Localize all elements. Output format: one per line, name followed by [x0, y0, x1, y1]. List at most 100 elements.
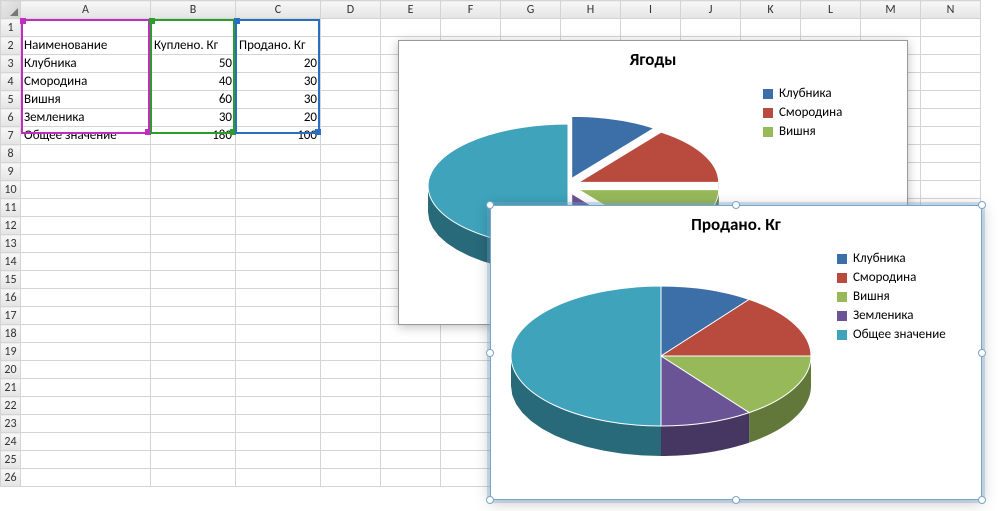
col-header-D[interactable]: D: [321, 1, 381, 19]
cell[interactable]: [151, 217, 236, 235]
cell[interactable]: [381, 415, 441, 433]
cell[interactable]: [236, 361, 321, 379]
cell[interactable]: 180: [151, 127, 236, 145]
cell[interactable]: [921, 91, 981, 109]
cell[interactable]: [236, 181, 321, 199]
cell[interactable]: [151, 325, 236, 343]
cell[interactable]: 60: [151, 91, 236, 109]
cell[interactable]: Вишня: [21, 91, 151, 109]
cell[interactable]: [21, 253, 151, 271]
row-header[interactable]: 15: [1, 271, 21, 289]
col-header-K[interactable]: K: [741, 1, 801, 19]
cell[interactable]: [151, 163, 236, 181]
cell[interactable]: [321, 289, 381, 307]
cell[interactable]: [21, 361, 151, 379]
col-header-A[interactable]: A: [21, 1, 151, 19]
cell[interactable]: [321, 271, 381, 289]
resize-handle-nw[interactable]: [486, 201, 494, 209]
cell[interactable]: Продано. Кг: [236, 37, 321, 55]
row-header[interactable]: 21: [1, 379, 21, 397]
cell[interactable]: [321, 235, 381, 253]
cell[interactable]: [321, 109, 381, 127]
cell[interactable]: [21, 199, 151, 217]
cell[interactable]: [801, 19, 861, 37]
cell[interactable]: [151, 253, 236, 271]
col-header-I[interactable]: I: [621, 1, 681, 19]
cell[interactable]: [321, 73, 381, 91]
cell[interactable]: [21, 235, 151, 253]
cell[interactable]: [236, 343, 321, 361]
cell[interactable]: [381, 433, 441, 451]
row-header[interactable]: 4: [1, 73, 21, 91]
cell[interactable]: [381, 451, 441, 469]
cell[interactable]: Наименование: [21, 37, 151, 55]
cell[interactable]: [321, 415, 381, 433]
cell[interactable]: [921, 163, 981, 181]
cell[interactable]: [21, 19, 151, 37]
cell[interactable]: [21, 379, 151, 397]
cell[interactable]: [236, 217, 321, 235]
cell[interactable]: [381, 361, 441, 379]
cell[interactable]: [151, 307, 236, 325]
resize-handle-ne[interactable]: [978, 201, 986, 209]
cell[interactable]: [151, 199, 236, 217]
cell[interactable]: 20: [236, 109, 321, 127]
row-header[interactable]: 16: [1, 289, 21, 307]
col-header-G[interactable]: G: [501, 1, 561, 19]
row-header[interactable]: 25: [1, 451, 21, 469]
cell[interactable]: [921, 37, 981, 55]
cell[interactable]: 30: [236, 73, 321, 91]
cell[interactable]: [321, 55, 381, 73]
cell[interactable]: [321, 145, 381, 163]
col-header-E[interactable]: E: [381, 1, 441, 19]
cell[interactable]: [441, 19, 501, 37]
row-header[interactable]: 10: [1, 181, 21, 199]
cell[interactable]: Смородина: [21, 73, 151, 91]
cell[interactable]: [21, 469, 151, 487]
cell[interactable]: [321, 217, 381, 235]
row-header[interactable]: 13: [1, 235, 21, 253]
cell[interactable]: [236, 397, 321, 415]
cell[interactable]: [321, 19, 381, 37]
col-header-N[interactable]: N: [921, 1, 981, 19]
cell[interactable]: [21, 289, 151, 307]
resize-handle-sw[interactable]: [486, 496, 494, 504]
cell[interactable]: [321, 325, 381, 343]
cell[interactable]: [321, 91, 381, 109]
cell[interactable]: [151, 361, 236, 379]
cell[interactable]: [21, 271, 151, 289]
cell[interactable]: [381, 325, 441, 343]
cell[interactable]: [921, 181, 981, 199]
row-header[interactable]: 22: [1, 397, 21, 415]
cell[interactable]: [236, 415, 321, 433]
cell[interactable]: [236, 379, 321, 397]
row-header[interactable]: 26: [1, 469, 21, 487]
cell[interactable]: [321, 451, 381, 469]
cell[interactable]: [321, 163, 381, 181]
cell[interactable]: [236, 163, 321, 181]
cell[interactable]: [921, 109, 981, 127]
cell[interactable]: [621, 19, 681, 37]
cell[interactable]: [21, 145, 151, 163]
cell[interactable]: [321, 181, 381, 199]
select-all-corner[interactable]: [1, 1, 21, 19]
row-header[interactable]: 19: [1, 343, 21, 361]
pie-plot-front[interactable]: [491, 235, 831, 496]
cell[interactable]: [151, 145, 236, 163]
row-header[interactable]: 9: [1, 163, 21, 181]
cell[interactable]: [501, 19, 561, 37]
row-header[interactable]: 20: [1, 361, 21, 379]
cell[interactable]: [561, 19, 621, 37]
cell[interactable]: [236, 271, 321, 289]
resize-handle-se[interactable]: [978, 496, 986, 504]
row-header[interactable]: 17: [1, 307, 21, 325]
cell[interactable]: [21, 163, 151, 181]
row-header[interactable]: 23: [1, 415, 21, 433]
cell[interactable]: [921, 55, 981, 73]
cell[interactable]: [381, 379, 441, 397]
resize-handle-n[interactable]: [732, 201, 740, 209]
row-header[interactable]: 5: [1, 91, 21, 109]
row-header[interactable]: 18: [1, 325, 21, 343]
row-header[interactable]: 2: [1, 37, 21, 55]
cell[interactable]: [21, 343, 151, 361]
